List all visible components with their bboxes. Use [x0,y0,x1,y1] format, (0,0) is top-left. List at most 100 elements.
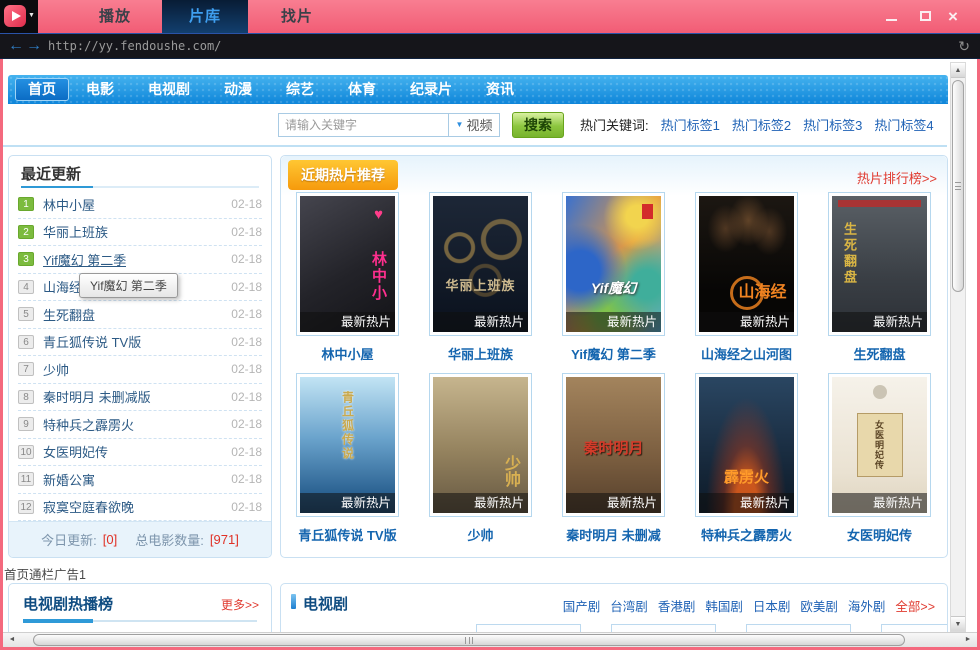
horizontal-scrollbar-thumb[interactable] [33,634,905,646]
movie-title[interactable]: 女医明妃传 [812,525,947,544]
tab-find-film[interactable]: 找片 [254,0,340,33]
list-item[interactable]: 12 寂寞空庭春欲晚 02-18 [18,494,262,522]
movie-card[interactable]: ♥ 林中小 最新热片 林中小屋 [296,192,399,336]
forward-icon[interactable]: → [26,34,42,58]
movie-card[interactable]: 霹雳火 最新热片 特种兵之霹雳火 [695,373,798,517]
list-item-title[interactable]: 女医明妃传 [43,442,108,461]
list-item[interactable]: 1 林中小屋 02-18 [18,191,262,219]
browser-page: 首页 电影 电视剧 动漫 综艺 体育 纪录片 资讯 ▼ 视频 搜索 热门关键词:… [3,59,977,647]
movie-title[interactable]: 青丘狐传说 TV版 [280,525,415,544]
list-item-date: 02-18 [231,252,262,266]
movie-title[interactable]: Yif魔幻 第二季 [546,344,681,363]
movie-card[interactable]: 秦时明月 最新热片 秦时明月 未删减 [562,373,665,517]
url-field[interactable]: http://yy.fendoushe.com/ [48,34,221,58]
more-link[interactable]: 更多>> [221,596,259,613]
minimize-button[interactable] [878,2,904,30]
movie-card[interactable]: 华丽上班族 最新热片 华丽上班族 [429,192,532,336]
category-all-link[interactable]: 全部>> [895,596,935,615]
list-item-title[interactable]: 新婚公寓 [43,470,95,489]
back-icon[interactable]: ← [8,34,24,58]
hot-tag-1[interactable]: 热门标签1 [661,115,720,134]
tv-category-links: 国产剧 台湾剧 香港剧 韩国剧 日本剧 欧美剧 海外剧 全部>> [563,596,935,615]
movie-title[interactable]: 华丽上班族 [413,344,548,363]
tab-library[interactable]: 片库 [162,0,248,33]
list-item[interactable]: 3 Yif魔幻 第二季 02-18 [18,246,262,274]
refresh-icon[interactable]: ↻ [958,34,970,58]
vertical-scrollbar[interactable]: ▲ ▼ [950,62,966,632]
nav-item-home[interactable]: 首页 [15,78,69,101]
category-taiwan[interactable]: 台湾剧 [610,596,648,615]
list-item[interactable]: 10 女医明妃传 02-18 [18,439,262,467]
movie-card[interactable]: 山海经 最新热片 山海经之山河图 [695,192,798,336]
scroll-up-icon[interactable]: ▲ [951,63,965,78]
nav-item-anime[interactable]: 动漫 [207,75,269,104]
app-logo[interactable]: ▼ [0,0,38,33]
movie-title[interactable]: 少帅 [413,525,548,544]
movie-card[interactable]: 女医明妃传 最新热片 女医明妃传 [828,373,931,517]
category-hongkong[interactable]: 香港剧 [658,596,696,615]
nav-item-tv[interactable]: 电视剧 [131,75,207,104]
tab-play[interactable]: 播放 [72,0,158,33]
poster-art-text: 生死翻盘 [840,222,859,286]
close-button[interactable]: × [940,2,966,30]
maximize-button[interactable] [912,2,938,30]
list-item[interactable]: 6 青丘狐传说 TV版 02-18 [18,329,262,357]
hot-tag-4[interactable]: 热门标签4 [874,115,933,134]
hot-tag-2[interactable]: 热门标签2 [732,115,791,134]
nav-item-documentary[interactable]: 纪录片 [393,75,469,104]
movie-card[interactable]: 青丘狐传说 最新热片 青丘狐传说 TV版 [296,373,399,517]
movie-poster: 华丽上班族 最新热片 [433,196,528,332]
latest-hot-badge: 最新热片 [566,493,661,513]
nav-item-variety[interactable]: 综艺 [269,75,331,104]
list-item-title[interactable]: 华丽上班族 [43,222,108,241]
search-input[interactable] [278,113,448,137]
movie-title[interactable]: 林中小屋 [280,344,415,363]
movie-card[interactable]: Yif魔幻 最新热片 Yif魔幻 第二季 [562,192,665,336]
list-item-title[interactable]: 寂寞空庭春欲晚 [43,497,134,516]
list-item[interactable]: 2 华丽上班族 02-18 [18,219,262,247]
category-korea[interactable]: 韩国剧 [705,596,743,615]
movie-card[interactable]: 生死翻盘 最新热片 生死翻盘 [828,192,931,336]
hot-ranking-link[interactable]: 热片排行榜>> [857,168,937,187]
category-overseas[interactable]: 海外剧 [848,596,886,615]
list-item[interactable]: 8 秦时明月 未删减版 02-18 [18,384,262,412]
list-item-title[interactable]: 林中小屋 [43,195,95,214]
nav-item-sports[interactable]: 体育 [331,75,393,104]
scroll-left-icon[interactable]: ◄ [5,633,19,647]
movie-poster: ♥ 林中小 最新热片 [300,196,395,332]
search-category-dropdown[interactable]: ▼ 视频 [448,113,500,137]
hot-tag-3[interactable]: 热门标签3 [803,115,862,134]
nav-item-news[interactable]: 资讯 [469,75,531,104]
movie-card[interactable]: 少帅 最新热片 少帅 [429,373,532,517]
list-item-title[interactable]: Yif魔幻 第二季 [43,250,126,269]
list-item[interactable]: 9 特种兵之霹雳火 02-18 [18,411,262,439]
list-item[interactable]: 5 生死翻盘 02-18 [18,301,262,329]
list-item-title[interactable]: 少帅 [43,360,69,379]
horizontal-scrollbar[interactable]: ◄ ► [3,632,977,647]
vertical-scrollbar-thumb[interactable] [952,80,964,292]
banner-ad-text: 首页通栏广告1 [4,564,86,583]
scroll-right-icon[interactable]: ► [961,633,975,647]
scroll-down-icon[interactable]: ▼ [951,616,965,631]
movie-title[interactable]: 生死翻盘 [812,344,947,363]
category-japan[interactable]: 日本剧 [753,596,791,615]
movie-title[interactable]: 山海经之山河图 [679,344,814,363]
category-domestic[interactable]: 国产剧 [563,596,601,615]
list-item[interactable]: 7 少帅 02-18 [18,356,262,384]
latest-hot-badge: 最新热片 [300,312,395,332]
movie-title[interactable]: 秦时明月 未删减 [546,525,681,544]
nav-item-movies[interactable]: 电影 [69,75,131,104]
movie-title[interactable]: 特种兵之霹雳火 [679,525,814,544]
list-item-title[interactable]: 特种兵之霹雳火 [43,415,134,434]
poster-art-text: Yif魔幻 [566,278,661,298]
list-item-date: 02-18 [231,225,262,239]
list-item-title[interactable]: 秦时明月 未删减版 [43,387,151,406]
rank-badge: 6 [18,335,34,349]
search-button[interactable]: 搜索 [512,112,564,138]
list-item-title[interactable]: 生死翻盘 [43,305,95,324]
rank-badge: 5 [18,307,34,321]
list-item[interactable]: 11 新婚公寓 02-18 [18,466,262,494]
chevron-down-icon[interactable]: ▼ [28,12,35,19]
list-item-title[interactable]: 青丘狐传说 TV版 [43,332,141,351]
category-western[interactable]: 欧美剧 [800,596,838,615]
